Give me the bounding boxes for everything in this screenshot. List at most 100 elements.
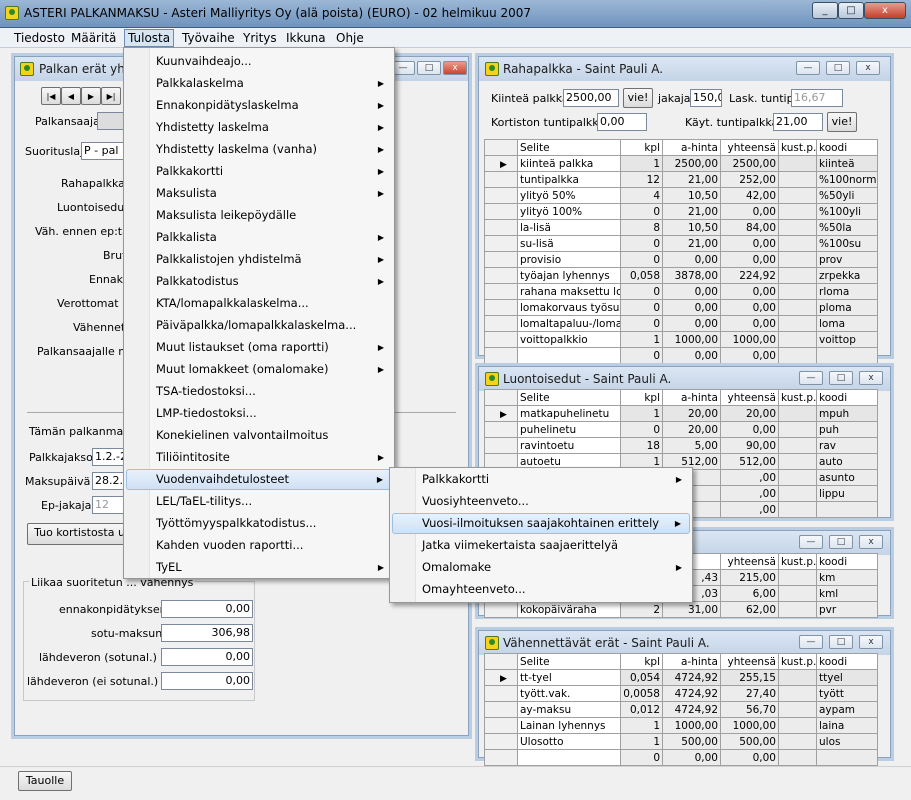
cell-kust-p[interactable] — [778, 187, 817, 204]
table-row[interactable]: tyött.vak. 0,0058 4724,92 27,40 tyött — [484, 685, 878, 702]
cell-kpl[interactable]: 1 — [620, 717, 663, 734]
table-row[interactable]: työajan lyhennys 0,058 3878,00 224,92 zrpekk… — [484, 267, 878, 284]
menu-item-8[interactable]: Palkkalista ▶ — [126, 227, 392, 248]
cell-kust-p[interactable] — [778, 685, 817, 702]
col-kust-p[interactable]: kust.p. — [778, 139, 817, 156]
menu-item-6[interactable]: Maksulista ▶ — [126, 183, 392, 204]
cell-kpl[interactable]: 0 — [620, 251, 663, 268]
cell-yhteensa[interactable]: 6,00 — [720, 585, 779, 602]
menu-item-22[interactable]: Kahden vuoden raportti... — [126, 535, 392, 556]
menu-item-23[interactable]: TyEL ▶ — [126, 557, 392, 578]
cell-koodi[interactable]: laina — [816, 717, 878, 734]
cell-yhteensa[interactable]: 0,00 — [720, 421, 779, 438]
cell-kust-p[interactable] — [778, 203, 817, 220]
cell-koodi[interactable]: zrpekka — [816, 267, 878, 284]
menu-item-16[interactable]: LMP-tiedostoksi... — [126, 403, 392, 424]
row-selector[interactable] — [484, 315, 518, 332]
window-close-button[interactable]: x — [443, 61, 467, 75]
window-minimize-button[interactable]: — — [799, 371, 823, 385]
cell-kust-p[interactable] — [778, 219, 817, 236]
col-a-hinta[interactable]: a-hinta — [662, 139, 721, 156]
cell-kpl[interactable]: 0 — [620, 235, 663, 252]
menu-tyovaihe[interactable]: Työvaihe — [182, 31, 235, 45]
window-maximize-button[interactable]: □ — [417, 61, 441, 75]
cell-a-hinta[interactable]: 0,00 — [662, 315, 721, 332]
menu-item-0[interactable]: Palkkakortti ▶ — [392, 469, 690, 490]
cell-kpl[interactable]: 0 — [620, 299, 663, 316]
maximize-button[interactable]: □ — [838, 2, 864, 19]
table-row[interactable]: ▶ tt-tyel 0,054 4724,92 255,15 ttyel — [484, 669, 878, 686]
menu-tiedosto[interactable]: Tiedosto — [14, 31, 65, 45]
table-row[interactable]: lomaltapaluu-/lomara00,000,00loma — [484, 315, 878, 332]
cell-selite[interactable]: tuntipalkka — [517, 171, 621, 188]
cell-a-hinta[interactable]: 10,50 — [662, 219, 721, 236]
cell-a-hinta[interactable]: 0,00 — [662, 251, 721, 268]
cell-a-hinta[interactable]: 500,00 — [662, 733, 721, 750]
cell-selite[interactable]: su-lisä — [517, 235, 621, 252]
cell-koodi[interactable]: tyött — [816, 685, 878, 702]
col-kpl[interactable]: kpl — [620, 139, 663, 156]
col-koodi[interactable]: koodi — [816, 389, 878, 406]
cell-a-hinta[interactable]: 3878,00 — [662, 267, 721, 284]
kortiston-field[interactable]: 0,00 — [597, 113, 647, 131]
cell-yhteensa[interactable]: 27,40 — [720, 685, 779, 702]
cell-koodi[interactable]: kiinteä — [816, 155, 878, 172]
cell-yhteensa[interactable]: 0,00 — [720, 347, 779, 364]
cell-a-hinta[interactable]: 4724,92 — [662, 669, 721, 686]
cell-a-hinta[interactable]: 5,00 — [662, 437, 721, 454]
cell-kust-p[interactable] — [778, 749, 817, 766]
col-a-hinta[interactable]: a-hinta — [662, 653, 721, 670]
liikaa-value-1[interactable]: 0,00 — [161, 600, 253, 618]
table-row[interactable]: lomakorvaus työsuht 0 0,00 0,00 ploma — [484, 299, 878, 316]
cell-yhteensa[interactable]: 0,00 — [720, 283, 779, 300]
cell-kpl[interactable]: 18 — [620, 437, 663, 454]
cell-kpl[interactable]: 1 — [620, 733, 663, 750]
menu-item-3[interactable]: Jatka viimekertaista saajaerittelyä — [392, 535, 690, 556]
window-minimize-button[interactable]: — — [799, 635, 823, 649]
table-row[interactable]: ravintoetu 18 5,00 90,00 rav — [484, 437, 878, 454]
row-selector[interactable] — [484, 203, 518, 220]
cell-yhteensa[interactable]: 62,00 — [720, 601, 779, 618]
current-row-pointer-icon[interactable]: ▶ — [484, 669, 518, 686]
cell-a-hinta[interactable]: 10,50 — [662, 187, 721, 204]
cell-kust-p[interactable] — [778, 453, 817, 470]
cell-koodi[interactable]: rloma — [816, 283, 878, 300]
cell-a-hinta[interactable]: 0,00 — [662, 749, 721, 766]
current-row-pointer-icon[interactable]: ▶ — [484, 405, 518, 422]
cell-kust-p[interactable] — [778, 347, 817, 364]
cell-kust-p[interactable] — [778, 299, 817, 316]
window-close-button[interactable]: x — [859, 635, 883, 649]
col-kust-p[interactable]: kust.p. — [778, 389, 817, 406]
cell-yhteensa[interactable]: 56,70 — [720, 701, 779, 718]
cell-kpl[interactable]: 1 — [620, 155, 663, 172]
cell-koodi[interactable]: ploma — [816, 299, 878, 316]
cell-selite[interactable]: matkapuhelinetu — [517, 405, 621, 422]
row-selector[interactable] — [484, 685, 518, 702]
cell-kpl[interactable]: 2 — [620, 601, 663, 618]
menu-item-12[interactable]: Päiväpalkka/lomapalkkalaskelma... — [126, 315, 392, 336]
row-selector[interactable] — [484, 421, 518, 438]
window-minimize-button[interactable]: — — [799, 535, 823, 549]
cell-a-hinta[interactable]: 0,00 — [662, 299, 721, 316]
cell-kust-p[interactable] — [778, 437, 817, 454]
cell-kpl[interactable]: 0,054 — [620, 669, 663, 686]
cell-kust-p[interactable] — [778, 717, 817, 734]
cell-a-hinta[interactable]: 0,00 — [662, 347, 721, 364]
row-selector[interactable] — [484, 749, 518, 766]
cell-kpl[interactable]: 0,012 — [620, 701, 663, 718]
cell-yhteensa[interactable]: 0,00 — [720, 315, 779, 332]
cell-selite[interactable]: tyött.vak. — [517, 685, 621, 702]
cell-selite[interactable]: ravintoetu — [517, 437, 621, 454]
menu-item-14[interactable]: Muut lomakkeet (omalomake) ▶ — [126, 359, 392, 380]
menu-item-5[interactable]: Omayhteenveto... — [392, 579, 690, 600]
table-row[interactable]: voittopalkkio 1 1000,00 1000,00 voittop — [484, 331, 878, 348]
cell-kpl[interactable]: 12 — [620, 171, 663, 188]
cell-koodi[interactable]: mpuh — [816, 405, 878, 422]
kiintea-palkka-field[interactable]: 2500,00 — [563, 89, 619, 107]
table-row[interactable]: puhelinetu 0 20,00 0,00 puh — [484, 421, 878, 438]
cell-kust-p[interactable] — [778, 501, 817, 518]
cell-kust-p[interactable] — [778, 485, 817, 502]
cell-kpl[interactable]: 0 — [620, 421, 663, 438]
menu-tulosta[interactable]: Tulosta — [124, 29, 175, 47]
row-selector[interactable] — [484, 235, 518, 252]
